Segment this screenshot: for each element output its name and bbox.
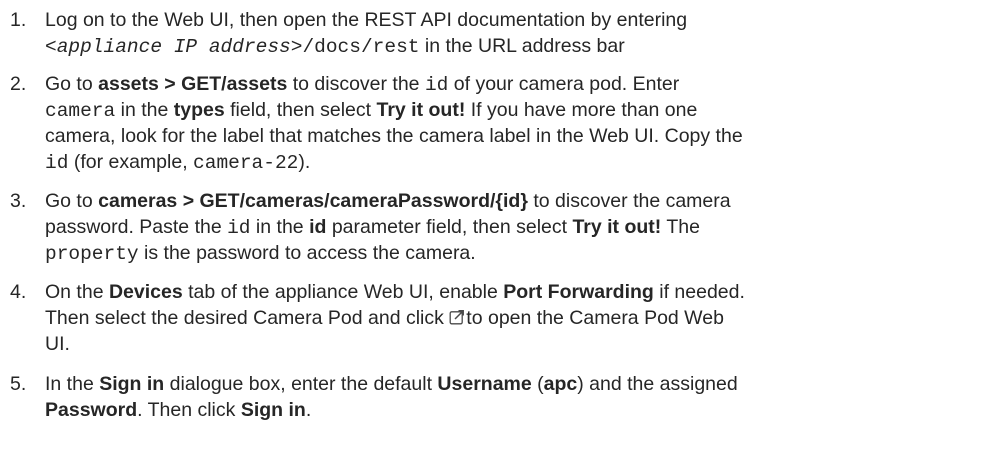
code-term: id xyxy=(45,152,69,174)
step-text: password. Paste the xyxy=(45,216,228,238)
step-number: 4. xyxy=(10,281,27,303)
field-name: Password xyxy=(45,399,138,421)
button-name: Try it out! xyxy=(572,216,662,238)
step-line: Log on to the Web UI, then open the REST… xyxy=(45,9,687,31)
step-text: If you have more than one xyxy=(465,99,698,121)
step-text: ) and the assigned xyxy=(577,373,738,395)
step-text: to open the Camera Pod Web xyxy=(466,307,724,329)
step-line: UI. xyxy=(45,333,70,355)
step-text: . Then click xyxy=(137,399,241,421)
code-term: property xyxy=(45,243,139,265)
step-text: to discover the camera xyxy=(527,190,731,212)
code-term: id xyxy=(227,217,251,239)
step-text: In the xyxy=(45,373,100,395)
step-number: 1. xyxy=(10,9,27,31)
step-line: In the Sign in dialogue box, enter the d… xyxy=(45,373,738,395)
step-text: (for example, xyxy=(68,151,194,173)
step-line: password. Paste the id in the id paramet… xyxy=(45,216,700,239)
step-text: ). xyxy=(298,151,311,173)
step-text: . xyxy=(305,399,312,421)
step-line: Password. Then click Sign in. xyxy=(45,399,311,421)
step-text: in the xyxy=(115,99,174,121)
step-text: Then select the desired Camera Pod and c… xyxy=(45,307,450,329)
api-path: assets > GET/assets xyxy=(98,73,288,95)
url-path: /docs/rest xyxy=(302,36,420,58)
step-number: 3. xyxy=(10,190,27,212)
dialog-name: Sign in xyxy=(99,373,165,395)
step-text: in the xyxy=(250,216,310,238)
step-line: <appliance IP address>/docs/rest in the … xyxy=(45,35,625,58)
code-term: camera xyxy=(45,100,116,122)
step-text: if needed. xyxy=(653,281,745,303)
step-text: camera, look for the label that matches … xyxy=(45,125,743,147)
step-text: dialogue box, enter the default xyxy=(164,373,438,395)
step-text: field, then select xyxy=(224,99,377,121)
instruction-steps: 1. Log on to the Web UI, then open the R… xyxy=(0,0,993,475)
step-line: On the Devices tab of the appliance Web … xyxy=(45,281,745,303)
default-username: apc xyxy=(543,373,578,395)
field-name: id xyxy=(309,216,327,238)
field-name: types xyxy=(173,99,225,121)
step-number: 2. xyxy=(10,73,27,95)
external-link-icon xyxy=(449,308,465,325)
step-text: ( xyxy=(531,373,544,395)
step-text: tab of the appliance Web UI, enable xyxy=(182,281,504,303)
url-placeholder: <appliance IP address> xyxy=(45,36,303,58)
step-text: in the URL address bar xyxy=(419,35,625,57)
step-line: camera in the types field, then select T… xyxy=(45,99,697,122)
step-text: UI. xyxy=(45,333,70,355)
step-text: of your camera pod. Enter xyxy=(448,73,680,95)
tab-name: Devices xyxy=(108,281,183,303)
step-line: Go to cameras > GET/cameras/cameraPasswo… xyxy=(45,190,731,212)
api-path: cameras > GET/cameras/cameraPassword/{id… xyxy=(98,190,528,212)
step-text: Log on to the Web UI, then open the REST… xyxy=(45,9,688,31)
step-text: parameter field, then select xyxy=(326,216,573,238)
step-text: The xyxy=(661,216,700,238)
button-name: Sign in xyxy=(240,399,306,421)
step-line: Then select the desired Camera Pod and c… xyxy=(45,307,724,329)
step-text: On the xyxy=(45,281,109,303)
step-text: to discover the xyxy=(287,73,425,95)
step-line: id (for example, camera-22). xyxy=(45,151,310,174)
step-line: Go to assets > GET/assets to discover th… xyxy=(45,73,679,96)
step-text: is the password to access the camera. xyxy=(138,242,476,264)
field-name: Username xyxy=(437,373,532,395)
code-term: id xyxy=(424,74,449,96)
code-term: camera-22 xyxy=(193,152,299,174)
step-number: 5. xyxy=(10,373,27,395)
button-name: Try it out! xyxy=(376,99,466,121)
step-text: Go to xyxy=(45,73,99,95)
step-line: camera, look for the label that matches … xyxy=(45,125,743,147)
step-line: property is the password to access the c… xyxy=(45,242,476,265)
setting-name: Port Forwarding xyxy=(503,281,654,303)
step-text: Go to xyxy=(45,190,99,212)
